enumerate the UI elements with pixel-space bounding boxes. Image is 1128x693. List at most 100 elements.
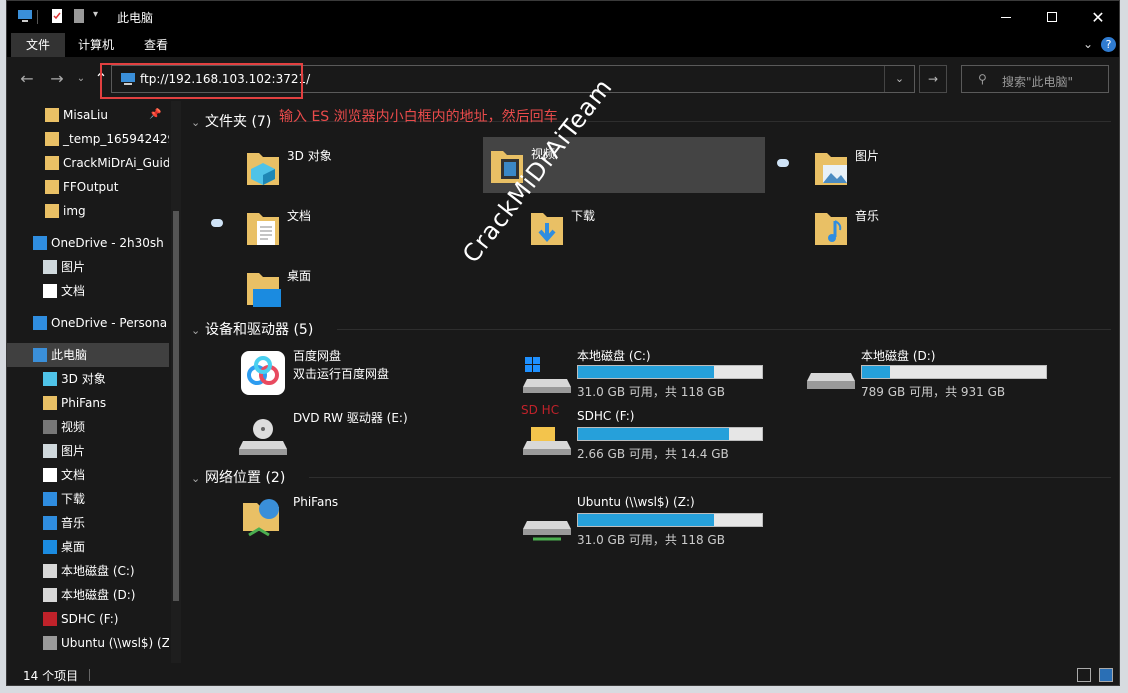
tab-view[interactable]: 查看 [129, 33, 183, 57]
sidebar-item[interactable]: _temp_165942429 [7, 127, 169, 151]
folder-pictures-icon [815, 153, 847, 185]
sidebar-item[interactable]: 3D 对象 [7, 367, 169, 391]
sidebar-item[interactable]: FFOutput [7, 175, 169, 199]
desktop-icon [43, 540, 57, 554]
sidebar-item[interactable]: 此电脑 [7, 343, 169, 367]
search-input[interactable]: ⚲ 搜索"此电脑" [961, 65, 1109, 93]
folder-icon [43, 396, 57, 410]
item-count: 14 个项目 [23, 669, 79, 683]
help-icon[interactable]: ? [1101, 37, 1116, 52]
window-title: 此电脑 [117, 11, 154, 25]
back-button[interactable]: ← [17, 69, 37, 89]
network-drive-icon [43, 636, 57, 650]
sidebar-item-label: 3D 对象 [61, 372, 106, 386]
drive-usage-bar [577, 365, 763, 379]
sidebar-item-label: 此电脑 [51, 348, 88, 362]
onedrive-icon [33, 236, 47, 250]
group-header-devices[interactable]: ⌄ 设备和驱动器 (5) [191, 319, 1111, 339]
sidebar-item[interactable]: 本地磁盘 (D:) [7, 583, 169, 607]
content-pane: ⌄ 文件夹 (7) 3D 对象 视频 图片 文档 下载 音乐 桌面 ⌄ 设备和驱… [183, 101, 1119, 663]
folder-music-icon [815, 213, 847, 245]
sidebar-item[interactable]: 下载 [7, 487, 169, 511]
sidebar-item[interactable]: Ubuntu (\\wsl$) (Z [7, 631, 169, 655]
sidebar-item-label: SDHC (F:) [61, 612, 119, 626]
sdhc-drive-icon [523, 427, 571, 455]
onedrive-icon [33, 316, 47, 330]
large-icons-view-icon[interactable] [1099, 668, 1113, 682]
ribbon: 文件 计算机 查看 ⌄ ? [7, 33, 1119, 57]
properties-icon[interactable] [49, 8, 65, 24]
sdhc-drive-icon [43, 612, 57, 626]
pictures-icon [43, 260, 57, 274]
sidebar-item[interactable]: PhiFans [7, 391, 169, 415]
baidu-netdisk[interactable]: 百度网盘 双击运行百度网盘 [237, 345, 517, 403]
new-folder-icon[interactable] [71, 8, 87, 24]
sidebar-scrollbar[interactable] [171, 101, 181, 663]
drive-d[interactable]: 本地磁盘 (D:) 789 GB 可用，共 931 GB [805, 345, 1085, 403]
computer-icon [33, 348, 47, 362]
folder-music[interactable]: 音乐 [807, 199, 1089, 255]
folder-3d-objects[interactable]: 3D 对象 [239, 139, 521, 195]
sidebar-item-label: 图片 [61, 444, 86, 458]
drive-c[interactable]: 本地磁盘 (C:) 31.0 GB 可用，共 118 GB [521, 345, 801, 403]
scrollbar-thumb[interactable] [173, 211, 179, 601]
folder-icon [45, 204, 59, 218]
computer-icon [18, 10, 32, 22]
network-ubuntu[interactable]: Ubuntu (\\wsl$) (Z:) 31.0 GB 可用，共 118 GB [521, 493, 801, 551]
sidebar-item[interactable]: 桌面 [7, 535, 169, 559]
dvd-drive[interactable]: DVD RW 驱动器 (E:) [237, 407, 517, 465]
maximize-button[interactable] [1029, 1, 1075, 33]
minimize-button[interactable] [983, 1, 1029, 33]
address-dropdown-icon[interactable]: ⌄ [884, 66, 914, 92]
drive-f[interactable]: SD HC SDHC (F:) 2.66 GB 可用，共 14.4 GB [521, 403, 801, 465]
sidebar-item[interactable]: 视频 [7, 415, 169, 439]
sidebar-item[interactable]: MisaLiu 📌 [7, 103, 169, 127]
sidebar-item-label: _temp_165942429 [63, 132, 169, 146]
sidebar-item[interactable]: img [7, 199, 169, 223]
sidebar-item[interactable]: 本地磁盘 (C:) [7, 559, 169, 583]
cloud-sync-icon [211, 219, 223, 227]
sidebar-item[interactable]: OneDrive - 2h30sh [7, 231, 169, 255]
pin-icon[interactable]: 📌 [149, 103, 161, 127]
search-placeholder: 搜索"此电脑" [1002, 75, 1074, 89]
folder-downloads-icon [531, 213, 563, 245]
group-header-network[interactable]: ⌄ 网络位置 (2) [191, 467, 1111, 487]
documents-icon [43, 468, 57, 482]
downloads-icon [43, 492, 57, 506]
tab-computer[interactable]: 计算机 [63, 33, 129, 57]
sidebar-item[interactable]: 图片 [7, 439, 169, 463]
go-button[interactable]: → [919, 65, 947, 93]
sidebar-item-label: 本地磁盘 (C:) [61, 564, 135, 578]
sidebar-item-label: OneDrive - Persona [51, 316, 168, 330]
recent-locations-button[interactable]: ⌄ [71, 69, 91, 89]
forward-button[interactable]: → [47, 69, 67, 89]
sidebar-item-label: 文档 [61, 468, 86, 482]
drive-usage-bar [577, 513, 763, 527]
sidebar-item[interactable]: 文档 [7, 463, 169, 487]
sidebar-item-label: 下载 [61, 492, 86, 506]
details-view-icon[interactable] [1077, 668, 1091, 682]
network-phifans[interactable]: PhiFans [237, 493, 517, 551]
sidebar-item[interactable]: SDHC (F:) [7, 607, 169, 631]
sidebar-item[interactable]: 图片 [7, 255, 169, 279]
chevron-down-icon: ⌄ [191, 116, 201, 129]
drive-usage-bar [861, 365, 1047, 379]
sidebar-item-label: CrackMiDrAi_Guid [63, 156, 169, 170]
tab-file[interactable]: 文件 [11, 33, 66, 57]
sidebar-item[interactable]: 音乐 [7, 511, 169, 535]
folder-icon [45, 156, 59, 170]
status-bar: 14 个项目 [7, 663, 1119, 685]
customize-quick-access-icon[interactable]: ▾ [93, 9, 98, 20]
folder-pictures[interactable]: 图片 [807, 139, 1089, 195]
folder-3d-objects-icon [247, 153, 279, 185]
close-button[interactable]: ✕ [1075, 1, 1119, 33]
3d-objects-icon [43, 372, 57, 386]
sidebar-item[interactable]: CrackMiDrAi_Guid [7, 151, 169, 175]
videos-icon [43, 420, 57, 434]
sidebar-item[interactable]: 文档 [7, 279, 169, 303]
chevron-down-icon: ⌄ [191, 324, 201, 337]
folder-downloads[interactable]: 下载 [523, 199, 805, 255]
expand-ribbon-icon[interactable]: ⌄ [1083, 37, 1093, 51]
group-header-folders[interactable]: ⌄ 文件夹 (7) [191, 111, 1111, 131]
sidebar-item[interactable]: OneDrive - Persona [7, 311, 169, 335]
